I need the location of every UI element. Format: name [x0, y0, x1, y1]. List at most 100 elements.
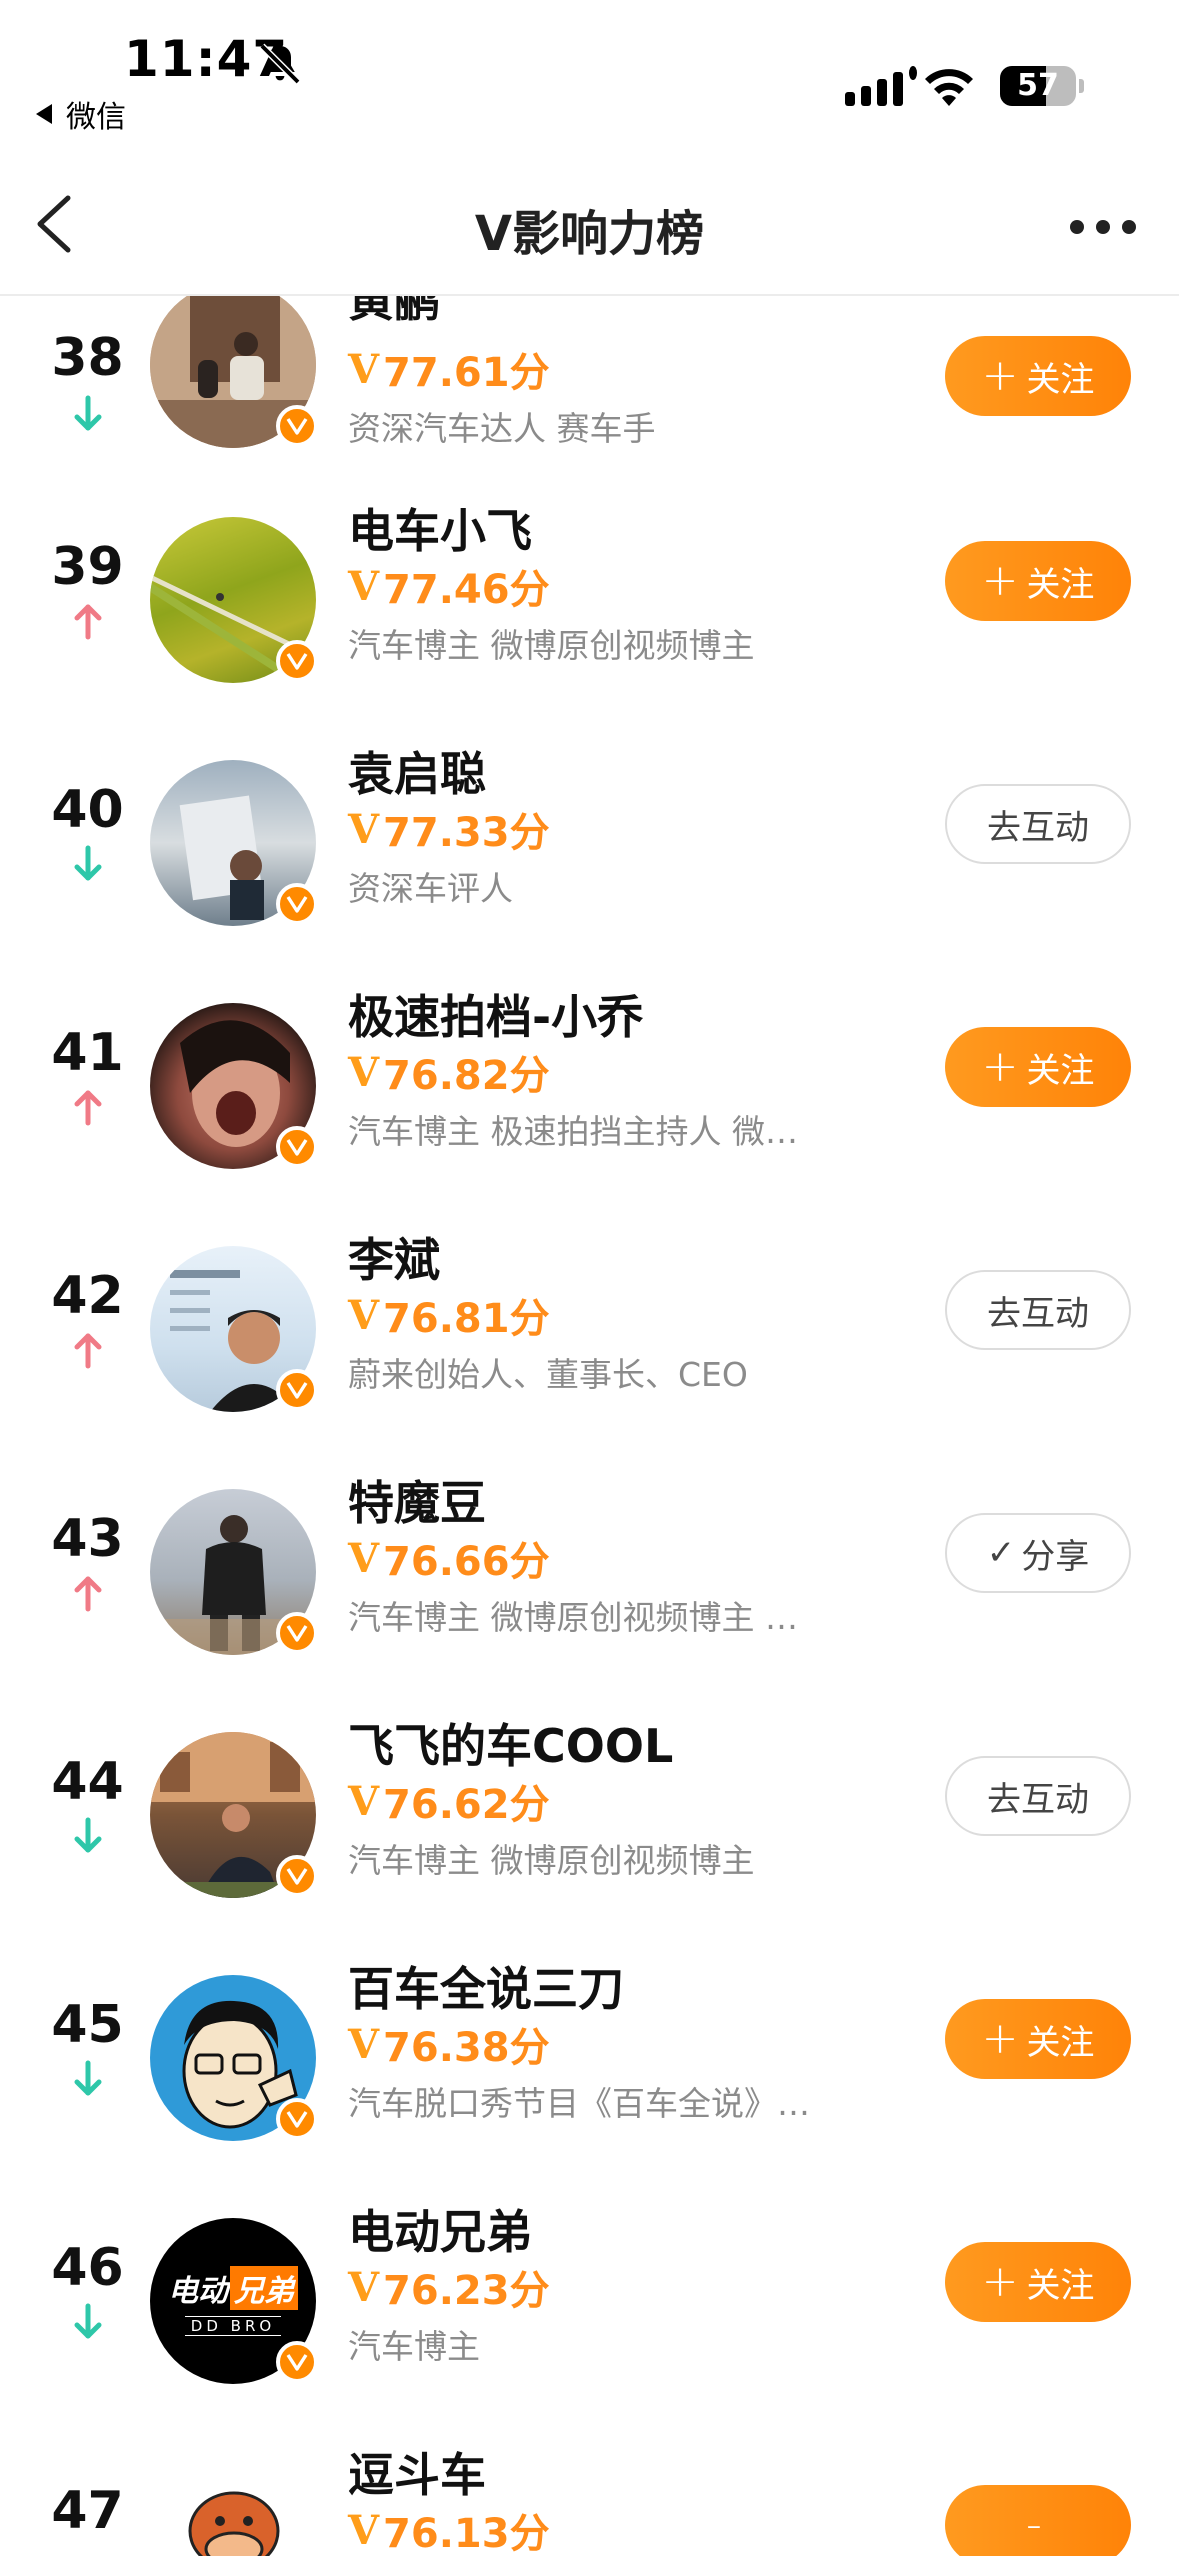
influence-score: V 77.33分: [348, 805, 550, 857]
rank-number: 42: [51, 1266, 124, 1326]
account-description: 汽车博主 微博原创视频博主: [348, 626, 755, 665]
account-description: 资深车评人: [348, 869, 513, 908]
list-item[interactable]: 46 电动 兄弟 DD BRO 电动兄弟 V 76.23分 汽车博主 + 关注: [0, 2188, 1179, 2431]
verified-badge-icon: [276, 1612, 318, 1654]
avatar-logo-subtext: DD BRO: [184, 2316, 282, 2336]
battery-icon: 57: [1000, 66, 1084, 106]
verified-badge-icon: [276, 883, 318, 925]
account-description: 汽车博主 极速拍挡主持人 微…: [348, 1112, 798, 1151]
influence-score: V 76.66分: [348, 1534, 550, 1586]
account-name[interactable]: 袁启聪: [348, 738, 486, 804]
trend-up-icon: [74, 604, 102, 640]
list-item[interactable]: 40 袁启聪 V 77.33分 资深车评人 去互动: [0, 730, 1179, 973]
trend-down-icon: [74, 395, 102, 431]
back-app-label: 微信: [66, 100, 126, 135]
rank-number: 43: [51, 1509, 124, 1569]
ranking-list: 38 黄鹂 V 77.61分 资深汽车达人 赛车手 + 关注 39 电车小飞 V 77…: [0, 296, 1179, 2556]
nav-bar: V影响力榜: [0, 150, 1179, 296]
verified-badge-icon: [276, 1369, 318, 1411]
account-name[interactable]: 极速拍档-小乔: [348, 981, 643, 1047]
influence-score: V 76.23分: [348, 2263, 550, 2315]
account-name[interactable]: 黄鹂: [348, 296, 440, 330]
account-name[interactable]: 特魔豆: [348, 1467, 486, 1533]
verified-badge-icon: [276, 405, 318, 447]
plus-icon: +: [981, 1041, 1019, 1092]
verified-badge-icon: [276, 1126, 318, 1168]
trend-up-icon: [74, 1333, 102, 1369]
account-description: 资深汽车达人 赛车手: [348, 409, 656, 448]
trend-down-icon: [74, 1817, 102, 1853]
rank-number: 47: [51, 2481, 124, 2541]
list-item[interactable]: 44 飞飞的车COOL V 76.62分 汽车博主 微博原创视频博主 去互动: [0, 1702, 1179, 1945]
account-name[interactable]: 李斌: [348, 1224, 440, 1290]
follow-button[interactable]: + 关注: [945, 1027, 1131, 1107]
list-item[interactable]: 41 极速拍档-小乔 V 76.82分 汽车博主 极速拍挡主持人 微… + 关注: [0, 973, 1179, 1216]
cellular-signal-icon: [845, 66, 917, 106]
list-item[interactable]: 38 黄鹂 V 77.61分 资深汽车达人 赛车手 + 关注: [0, 296, 1179, 487]
trend-up-icon: [74, 1090, 102, 1126]
back-to-app[interactable]: 微信: [36, 92, 126, 136]
account-description: 汽车博主 微博原创视频博主 …: [348, 1598, 798, 1637]
verified-badge-icon: [276, 1855, 318, 1897]
account-name[interactable]: 百车全说三刀: [348, 1953, 624, 2019]
rank-number: 46: [51, 2238, 124, 2298]
list-item[interactable]: 47 逗斗车 V 76.13分 -: [0, 2431, 1179, 2556]
rank-number: 40: [51, 780, 124, 840]
influence-score: V 77.46分: [348, 562, 550, 614]
account-description: 汽车博主 微博原创视频博主: [348, 1841, 755, 1880]
follow-button[interactable]: + 关注: [945, 1999, 1131, 2079]
trend-up-icon: [74, 1576, 102, 1612]
list-item[interactable]: 39 电车小飞 V 77.46分 汽车博主 微博原创视频博主 + 关注: [0, 487, 1179, 730]
interact-button[interactable]: 去互动: [945, 1270, 1131, 1350]
follow-button[interactable]: + 关注: [945, 2242, 1131, 2322]
plus-icon: -: [1026, 2499, 1042, 2550]
list-item[interactable]: 42 李斌 V 76.81分 蔚来创始人、董事长、CEO 去互动: [0, 1216, 1179, 1459]
trend-down-icon: [74, 845, 102, 881]
account-name[interactable]: 飞飞的车COOL: [348, 1710, 673, 1776]
influence-score: V 76.13分: [348, 2506, 550, 2556]
list-item[interactable]: 45 百车全说三刀 V 76.38分 汽车脱口秀节目《百车全说》… + 关注: [0, 1945, 1179, 2188]
check-icon: ✓: [986, 1533, 1016, 1573]
more-options-icon[interactable]: [1070, 220, 1136, 234]
plus-icon: +: [981, 350, 1019, 401]
trend-down-icon: [74, 2060, 102, 2096]
bell-muted-icon: [259, 43, 301, 85]
plus-icon: +: [981, 555, 1019, 606]
verified-badge-icon: [276, 2098, 318, 2140]
influence-score: V 77.61分: [348, 345, 550, 397]
page-title: V影响力榜: [474, 206, 705, 262]
rank-number: 38: [51, 328, 124, 388]
rank-number: 41: [51, 1023, 124, 1083]
verified-badge-icon: [276, 2341, 318, 2383]
rank-number: 44: [51, 1752, 124, 1812]
rank-number: 45: [51, 1995, 124, 2055]
account-name[interactable]: 逗斗车: [348, 2439, 486, 2505]
battery-level: 57: [1017, 68, 1059, 103]
account-description: 蔚来创始人、董事长、CEO: [348, 1355, 748, 1394]
influence-score: V 76.38分: [348, 2020, 550, 2072]
avatar-logo-text: 电动 兄弟: [168, 2266, 298, 2310]
influence-score: V 76.82分: [348, 1048, 550, 1100]
trend-down-icon: [74, 2303, 102, 2339]
rank-number: 39: [51, 537, 124, 597]
list-item[interactable]: 43 特魔豆 V 76.66分 汽车博主 微博原创视频博主 … ✓ 分享: [0, 1459, 1179, 1702]
status-bar: 11:47 微信 57: [0, 0, 1179, 150]
follow-button[interactable]: + 关注: [945, 541, 1131, 621]
avatar[interactable]: [150, 2461, 316, 2556]
plus-icon: +: [981, 2256, 1019, 2307]
wifi-icon: [925, 69, 973, 106]
influence-score: V 76.62分: [348, 1777, 550, 1829]
share-button[interactable]: ✓ 分享: [945, 1513, 1131, 1593]
interact-button[interactable]: 去互动: [945, 784, 1131, 864]
verified-badge-icon: [276, 640, 318, 682]
account-description: 汽车脱口秀节目《百车全说》…: [348, 2084, 810, 2123]
back-triangle-icon: [36, 104, 52, 124]
follow-button[interactable]: -: [945, 2485, 1131, 2556]
follow-button[interactable]: + 关注: [945, 336, 1131, 416]
interact-button[interactable]: 去互动: [945, 1756, 1131, 1836]
account-name[interactable]: 电车小飞: [348, 495, 532, 561]
influence-score: V 76.81分: [348, 1291, 550, 1343]
account-name[interactable]: 电动兄弟: [348, 2196, 532, 2262]
plus-icon: +: [981, 2013, 1019, 2064]
account-description: 汽车博主: [348, 2327, 480, 2366]
